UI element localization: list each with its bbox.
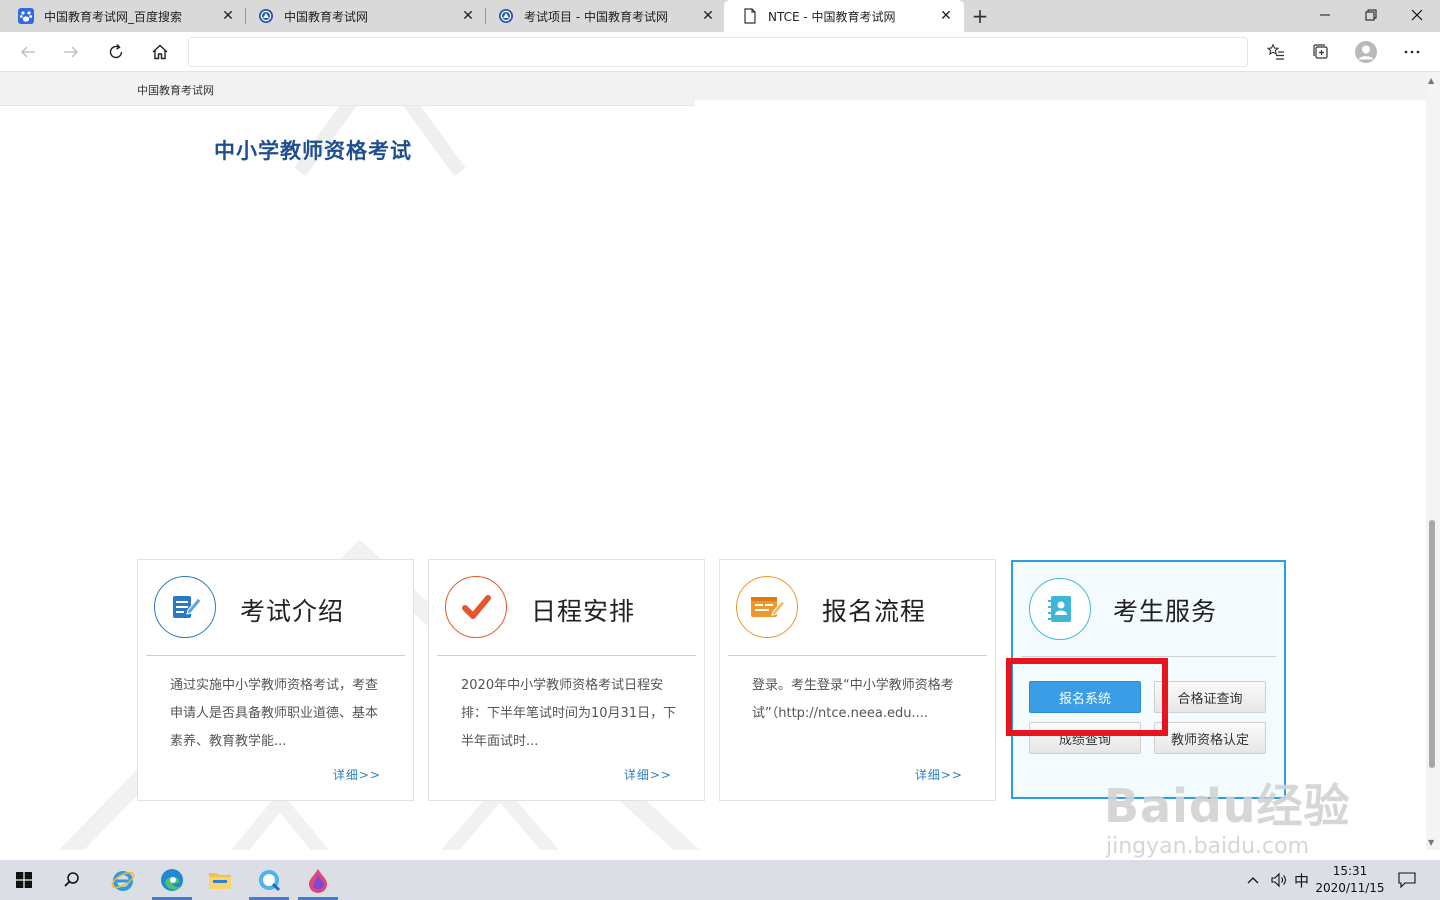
search-icon[interactable]: [48, 860, 96, 900]
window-close-icon[interactable]: [1394, 0, 1440, 30]
tab-title: 中国教育考试网: [284, 9, 369, 24]
baidu-jingyan-watermark: Baidu经验 jingyan.baidu.com: [1104, 770, 1351, 859]
card-description: 2020年中小学教师资格考试日程安排：下半年笔试时间为10月31日，下半年面试时…: [461, 678, 677, 749]
tab-close-icon[interactable]: ✕: [460, 8, 476, 24]
scroll-down-arrow-icon[interactable]: ▼: [1428, 838, 1434, 847]
card-registration-process: 报名流程 登录。考生登录“中小学教师资格考试”（http://ntce.neea…: [719, 559, 996, 801]
scrollbar-thumb[interactable]: [1429, 520, 1435, 768]
certificate-query-button[interactable]: 合格证查询: [1154, 681, 1266, 713]
back-icon[interactable]: [12, 36, 44, 68]
refresh-icon[interactable]: [100, 36, 132, 68]
highlight-annotation: [1006, 658, 1168, 736]
card-schedule: 日程安排 2020年中小学教师资格考试日程安排：下半年笔试时间为10月31日，下…: [428, 559, 705, 801]
card-title: 考生服务: [1113, 597, 1218, 626]
neea-logo-icon: [498, 8, 514, 24]
clock-time: 15:31: [1332, 864, 1368, 878]
profile-avatar-icon[interactable]: [1350, 36, 1382, 68]
tab-close-icon[interactable]: ✕: [220, 8, 236, 24]
system-clock[interactable]: 15:31 2020/11/15: [1312, 863, 1388, 897]
page-scrollbar[interactable]: ▲ ▼: [1426, 72, 1440, 850]
teacher-qualification-button[interactable]: 教师资格认定: [1154, 722, 1266, 754]
favorites-list-icon[interactable]: [1260, 36, 1292, 68]
tab-close-icon[interactable]: ✕: [700, 8, 716, 24]
details-link[interactable]: 详细>>: [333, 766, 381, 783]
tab-strip: 中国教育考试网_百度搜索 ✕ 中国教育考试网 ✕ 考试项目 - 中国教育考试网 …: [0, 0, 1440, 32]
more-menu-icon[interactable]: [1396, 36, 1428, 68]
card-description: 登录。考生登录“中小学教师资格考试”（http://ntce.neea.edu.…: [752, 678, 954, 721]
details-link[interactable]: 详细>>: [624, 766, 672, 783]
registration-form-icon: [736, 576, 798, 638]
site-home-link[interactable]: 中国教育考试网: [137, 82, 214, 98]
card-title: 考试介绍: [240, 597, 345, 626]
file-explorer-icon[interactable]: [196, 860, 244, 900]
internet-explorer-icon[interactable]: [99, 860, 147, 900]
details-link[interactable]: 详细>>: [915, 766, 963, 783]
show-hidden-icons-chevron-icon[interactable]: [1246, 860, 1260, 900]
web-page: 中国教育考试网 中小学教师资格考试 考试介绍 通过实施中小学教师资格考试，考查申…: [0, 72, 1426, 850]
card-title: 报名流程: [822, 597, 927, 626]
tab-neea-home[interactable]: 中国教育考试网 ✕: [240, 0, 486, 32]
card-title: 日程安排: [531, 597, 636, 626]
windows-taskbar: 中 15:31 2020/11/15: [0, 860, 1440, 900]
page-title: 中小学教师资格考试: [214, 139, 412, 163]
browser-app-icon[interactable]: [245, 860, 293, 900]
neea-logo-icon: [258, 8, 274, 24]
card-description: 通过实施中小学教师资格考试，考查申请人是否具备教师职业道德、基本素养、教育教学能…: [170, 678, 379, 749]
card-divider: [1021, 656, 1276, 657]
document-pen-icon: [154, 576, 216, 638]
watermark-url: jingyan.baidu.com: [1106, 834, 1310, 859]
contact-book-icon: [1029, 578, 1091, 640]
tab-title: NTCE - 中国教育考试网: [768, 9, 896, 24]
windows-start-icon[interactable]: [0, 860, 48, 900]
collections-icon[interactable]: [1305, 36, 1337, 68]
scroll-up-arrow-icon[interactable]: ▲: [1428, 76, 1434, 85]
top-bar-edge: [695, 100, 1426, 108]
checkmark-icon: [445, 576, 507, 638]
tab-ntce[interactable]: NTCE - 中国教育考试网 ✕: [724, 0, 964, 32]
baidu-paw-icon: [18, 8, 34, 24]
volume-icon[interactable]: [1270, 860, 1288, 900]
forward-icon[interactable]: [55, 36, 87, 68]
tab-title: 考试项目 - 中国教育考试网: [524, 9, 668, 24]
minimize-icon[interactable]: [1302, 0, 1348, 30]
edge-browser-icon[interactable]: [148, 860, 196, 900]
card-exam-intro: 考试介绍 通过实施中小学教师资格考试，考查申请人是否具备教师职业道德、基本素养、…: [137, 559, 414, 801]
clock-date: 2020/11/15: [1315, 881, 1385, 895]
tab-exam-projects[interactable]: 考试项目 - 中国教育考试网 ✕: [480, 0, 726, 32]
paint-app-icon[interactable]: [294, 860, 342, 900]
tab-baidu-search[interactable]: 中国教育考试网_百度搜索 ✕: [0, 0, 246, 32]
new-tab-button[interactable]: +: [968, 4, 992, 28]
card-divider: [437, 655, 696, 656]
watermark-brand: Baidu经验: [1104, 779, 1351, 833]
address-bar[interactable]: [188, 37, 1248, 67]
restore-icon[interactable]: [1348, 0, 1394, 30]
card-divider: [728, 655, 987, 656]
card-divider: [146, 655, 405, 656]
tab-close-icon[interactable]: ✕: [938, 8, 954, 24]
notification-center-icon[interactable]: [1398, 860, 1416, 900]
home-icon[interactable]: [144, 36, 176, 68]
tab-title: 中国教育考试网_百度搜索: [44, 9, 183, 24]
document-icon: [742, 8, 758, 24]
ime-indicator[interactable]: 中: [1294, 860, 1309, 900]
